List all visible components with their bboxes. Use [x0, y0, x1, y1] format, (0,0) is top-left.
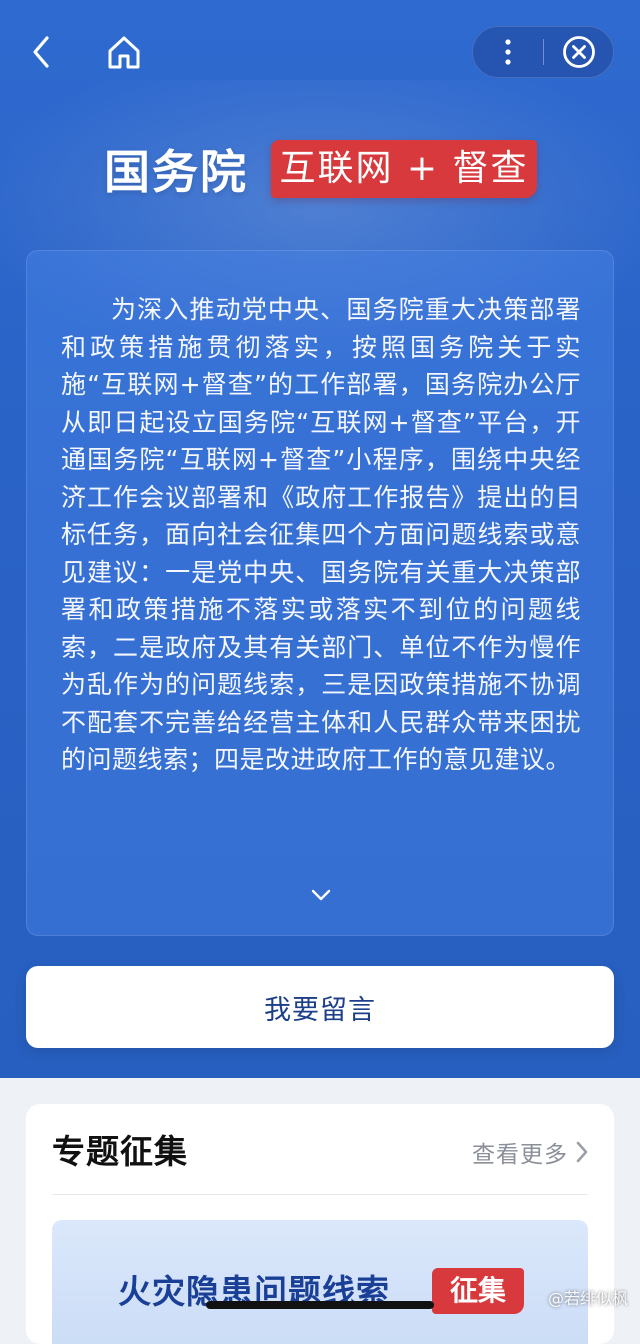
view-more-link[interactable]: 查看更多: [472, 1132, 590, 1172]
view-more-label: 查看更多: [472, 1142, 568, 1168]
divider: [52, 1194, 588, 1195]
mini-program-capsule: [472, 26, 614, 78]
page-title: 国务院: [104, 145, 248, 199]
title-badge: 互联网 + 督查: [271, 140, 537, 198]
expand-button[interactable]: [306, 883, 336, 907]
leave-message-button[interactable]: 我要留言: [26, 966, 614, 1048]
chevron-down-icon: [311, 889, 331, 901]
intro-panel: 为深入推动党中央、国务院重大决策部署和政策措施贯彻落实，按照国务院关于实施“互联…: [26, 250, 614, 936]
section-title: 专题征集: [52, 1132, 188, 1171]
hero-section: 国务院 互联网 + 督查 为深入推动党中央、国务院重大决策部署和政策措施贯彻落实…: [0, 0, 640, 1078]
more-vertical-icon: [505, 39, 511, 65]
more-button[interactable]: [473, 27, 543, 77]
capsule-divider: [543, 39, 544, 65]
intro-text: 为深入推动党中央、国务院重大决策部署和政策措施贯彻落实，按照国务院关于实施“互联…: [61, 295, 581, 774]
home-button[interactable]: [102, 30, 146, 74]
chevron-left-icon: [33, 36, 49, 68]
watermark: @若绯似枫: [547, 1289, 628, 1308]
close-button[interactable]: [545, 27, 613, 77]
chevron-right-icon: [576, 1141, 588, 1163]
back-button[interactable]: [24, 30, 58, 74]
banner-badge: 征集: [432, 1268, 524, 1314]
home-indicator: [206, 1301, 434, 1309]
close-circle-icon: [563, 36, 595, 68]
home-icon: [108, 36, 140, 69]
topic-banner[interactable]: 火灾隐患问题线索 征集: [52, 1220, 588, 1344]
